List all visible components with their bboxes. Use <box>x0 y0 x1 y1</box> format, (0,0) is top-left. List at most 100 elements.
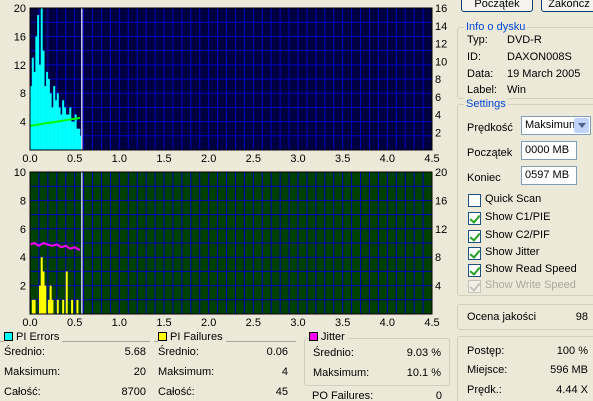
pif-chart-bar <box>44 285 47 314</box>
speed-label: Prędkość <box>467 122 513 134</box>
start-button[interactable]: Początek <box>461 0 533 12</box>
settings-group: Settings Prędkość Maksimun Początek 0000… <box>457 98 593 296</box>
jitter-swatch <box>309 332 318 341</box>
show-pie-checkbox[interactable] <box>468 212 481 225</box>
pi-errors-title-text: PI Errors <box>16 331 60 343</box>
speed-select[interactable]: Maksimun <box>521 116 591 135</box>
jitter-max-label: Maksimum: <box>313 367 370 379</box>
pi-failures-avg-label: Średnio: <box>158 346 199 358</box>
pif-chart-x-tick-label: 4.0 <box>380 317 395 329</box>
pie-chart-bar <box>72 121 75 150</box>
show-pif-checkbox[interactable] <box>468 230 481 243</box>
disc-date-label: Data: <box>467 68 494 80</box>
end-field[interactable]: 0597 MB <box>521 166 577 185</box>
pif-chart-bar <box>76 299 79 314</box>
jitter-title: Jitter <box>309 331 348 343</box>
progress-label: Postęp: <box>467 345 505 357</box>
pif-chart-bar <box>47 299 50 314</box>
pi-errors-swatch <box>4 332 13 341</box>
pif-chart-bar <box>65 271 68 314</box>
pie-chart-x-tick-label: 0.5 <box>67 153 82 165</box>
pie-chart-y-left-tick-label: 20 <box>14 3 26 15</box>
pie-chart-y-right-tick-label: 6 <box>435 92 441 104</box>
pif-chart-bar <box>62 299 65 314</box>
jitter-title-text: Jitter <box>321 331 345 343</box>
pie-chart-x-tick-label: 3.5 <box>335 153 350 165</box>
pie-chart-bar <box>31 57 34 151</box>
speed-readout-value: 4.44 X <box>556 384 588 396</box>
pif-chart-y-right-tick-label: 20 <box>435 168 447 179</box>
pie-chart-y-left-tick-label: 16 <box>14 31 26 43</box>
disc-id-value: DAXON008S <box>507 51 572 63</box>
pie-chart-y-right-tick-label: 2 <box>435 127 441 139</box>
pie-chart-bar <box>42 50 45 150</box>
pif-chart-y-right-tick-label: 16 <box>435 195 447 207</box>
pi-errors-total-label: Całość: <box>4 386 41 398</box>
pi-failures-total-value: 45 <box>275 386 288 398</box>
pi-failures-avg-value: 0.06 <box>266 346 288 358</box>
pie-chart-bar <box>76 128 79 150</box>
start-field[interactable]: 0000 MB <box>521 141 577 160</box>
pie-chart-bar <box>33 71 36 150</box>
pif-chart-bar <box>51 299 54 314</box>
pie-chart-bar <box>37 15 40 150</box>
pif-chart-y-right-tick-label: 8 <box>435 252 441 264</box>
show-jitter-label: Show Jitter <box>485 246 540 258</box>
pie-chart-bar <box>71 121 74 150</box>
pi-failures-panel: PI Failures Średnio: 0.06 Maksimum: 4 Ca… <box>158 331 292 401</box>
pie-chart-y-right-tick-label: 16 <box>435 3 447 15</box>
pi-errors-avg-value: 5.68 <box>124 346 146 358</box>
pie-chart-bar <box>46 71 49 150</box>
pif-chart-x-tick-label: 3.5 <box>335 317 350 329</box>
pif-chart-y-left-tick-label: 10 <box>14 168 26 179</box>
pie-chart-y-right-tick-label: 14 <box>435 21 447 33</box>
pif-chart-x-tick-label: 2.5 <box>246 317 261 329</box>
quality-value: 98 <box>575 311 588 323</box>
pie-chart-bar <box>74 114 77 150</box>
pie-chart-y-right-tick-label: 4 <box>435 110 441 122</box>
pif-chart-x-tick-label: 2.0 <box>201 317 216 329</box>
pif-chart-bar <box>49 285 52 314</box>
chevron-down-icon[interactable] <box>574 118 589 133</box>
progress-value: 100 % <box>556 345 588 357</box>
pif-chart-bar <box>38 285 41 314</box>
show-pie-label: Show C1/PIE <box>485 211 551 223</box>
disc-info-title: Info o dysku <box>464 21 528 33</box>
quick-scan-checkbox[interactable] <box>468 194 481 207</box>
show-read-speed-label: Show Read Speed <box>485 263 577 275</box>
show-read-speed-checkbox[interactable] <box>468 264 481 277</box>
show-jitter-checkbox[interactable] <box>468 247 481 260</box>
stop-button[interactable]: Zakończ <box>541 0 593 12</box>
pi-failures-total-label: Całość: <box>158 386 195 398</box>
pi-errors-avg-label: Średnio: <box>4 346 45 358</box>
disc-type-value: DVD-R <box>507 34 542 46</box>
pie-chart-bar <box>58 107 61 150</box>
pie-chart-bar <box>51 107 54 150</box>
pif-chart-bar <box>31 299 34 314</box>
pie-chart-bar <box>35 36 38 150</box>
pie-chart-x-tick-label: 4.5 <box>424 153 439 165</box>
pif-chart-y-left-tick-label: 2 <box>20 281 26 293</box>
jitter-avg-value: 9.03 % <box>406 347 441 359</box>
pie-chart-bar <box>47 79 50 150</box>
pi-errors-total-value: 8700 <box>121 386 146 398</box>
show-pif-label: Show C2/PIF <box>485 229 550 241</box>
pif-chart-x-tick-label: 3.0 <box>290 317 305 329</box>
pie-chart-svg: 0.0 0.5 1.0 1.5 2.0 2.5 3.0 3.5 4.0 4.54812162024… <box>14 3 448 165</box>
position-value: 596 MB <box>550 364 588 376</box>
speed-select-value: Maksimun <box>525 119 576 131</box>
pif-jitter-chart: 0.0 0.5 1.0 1.5 2.0 2.5 3.0 3.5 4.0 4.5 2 4 6 8 10 4 8 12… <box>0 167 448 330</box>
pif-jitter-chart-svg: 0.0 0.5 1.0 1.5 2.0 2.5 3.0 3.5 4.0 4.5 2 4 6 8 10 4 8 12… <box>14 167 448 329</box>
progress-group: Postęp: 100 % Miejsce: 596 MB Prędk.: 4.… <box>457 336 593 401</box>
pie-chart-bar <box>44 86 47 150</box>
pif-chart-y-right-tick-label: 4 <box>435 281 441 293</box>
pif-chart-x-tick-label: 1.0 <box>112 317 127 329</box>
pif-chart-bar <box>33 299 36 314</box>
pif-chart-bar <box>40 257 43 314</box>
pie-chart-bar <box>69 107 72 150</box>
start-label: Początek <box>467 147 513 159</box>
jitter-max-value: 10.1 % <box>406 367 441 379</box>
show-write-speed-checkbox <box>468 280 481 293</box>
pie-chart-y-right-tick-label: 8 <box>435 74 441 86</box>
pie-chart-y-right-tick-label: 12 <box>435 39 447 51</box>
